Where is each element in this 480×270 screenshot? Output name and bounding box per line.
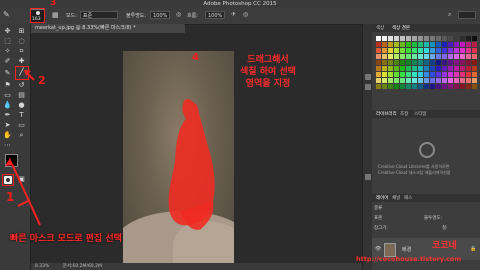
bottom-caption: 빠른 마스크 모드로 편집 선택	[10, 234, 122, 244]
instruction-annotation: 드래그해서 색칠 하여 선택 영역을 지정	[203, 54, 333, 90]
instruction-line-3: 영역을 지정	[245, 79, 291, 89]
annotation-arrows	[5, 70, 41, 226]
instruction-line-2: 색칠 하여 선택	[240, 67, 296, 77]
author-name: 코코네	[432, 241, 457, 251]
instruction-line-1: 드래그해서	[247, 55, 289, 65]
watermark-url: http://cocohouse.tistory.com	[356, 255, 462, 263]
